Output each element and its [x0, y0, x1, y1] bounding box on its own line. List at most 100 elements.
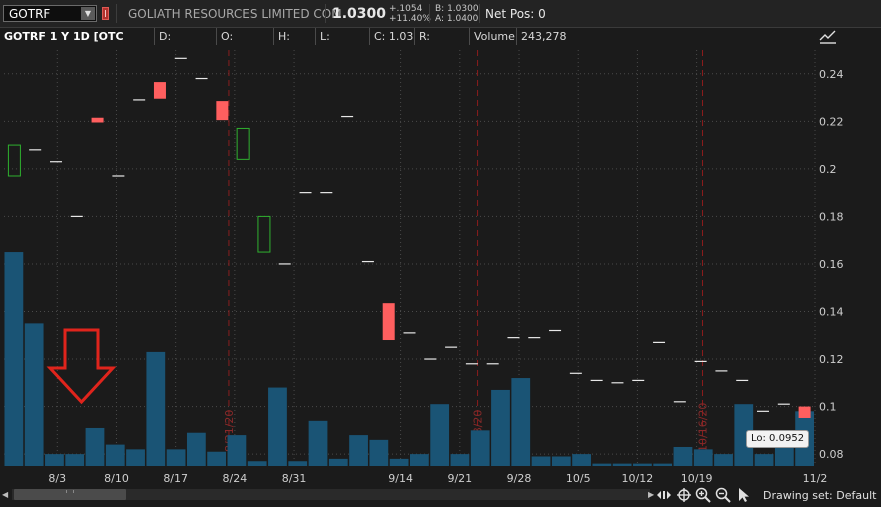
company-name: GOLIATH RESOURCES LIMITED COM [128, 7, 342, 21]
divider [479, 4, 480, 23]
divider [429, 4, 430, 23]
x-tick-label: 10/12 [622, 472, 654, 485]
separator-date-label: 10/16/20 [697, 403, 710, 452]
y-tick-label: 0.16 [819, 258, 844, 271]
volume-bar [288, 461, 308, 466]
x-tick-label: 11/2 [803, 472, 828, 485]
candle-down [153, 82, 166, 99]
x-tick-label: 8/31 [282, 472, 307, 485]
bar-open: O: 0.9748 [217, 28, 274, 60]
volume-bar [227, 435, 247, 466]
volume-bar [754, 454, 774, 466]
y-tick-label: 0.14 [819, 305, 844, 318]
volume-bar [551, 456, 571, 466]
x-tick-label: 10/19 [681, 472, 713, 485]
bar-close: C: 1.03 [370, 28, 415, 45]
chart-info-bar: GOTRF 1 Y 1D [OTC OTHER] D: 7/23/21 O: 0… [0, 28, 567, 60]
bar-low: L: 0.9251 [316, 28, 370, 60]
net-position: Net Pos: 0 [485, 7, 546, 21]
cursor-pointer-icon[interactable] [736, 487, 752, 503]
volume-bar [247, 461, 267, 466]
low-price-tag: Lo: 0.0952 [746, 430, 810, 448]
scroll-left-arrow-icon[interactable]: ◀ [2, 490, 8, 499]
divider [325, 4, 326, 23]
volume-label: Volume [470, 28, 517, 45]
candle-down [382, 303, 395, 341]
volume-bar [450, 454, 470, 466]
volume-bar [389, 458, 409, 466]
volume-bar [531, 456, 551, 466]
volume-bar [85, 427, 105, 466]
chevron-down-icon[interactable]: ▼ [81, 7, 95, 20]
x-tick-label: 8/10 [104, 472, 129, 485]
volume-bar [511, 378, 531, 466]
scrollbar-grip-icon [66, 490, 74, 493]
volume-bar [633, 463, 652, 466]
volume-bar [572, 454, 591, 466]
volume-bar [430, 404, 450, 466]
symbol-selector[interactable]: GOTRF ▼ [3, 5, 97, 22]
drawing-set-selector[interactable]: Drawing set: Default [763, 489, 876, 502]
y-tick-label: 0.2 [819, 163, 837, 176]
chart-title[interactable]: GOTRF 1 Y 1D [OTC OTHER] [0, 28, 155, 60]
alert-icon[interactable] [102, 7, 109, 20]
bar-date: D: 7/23/21 [155, 28, 217, 60]
volume-bar [146, 351, 166, 466]
bid-price: B: 1.0300 [435, 4, 479, 14]
y-tick-label: 0.08 [819, 448, 844, 461]
volume-bar [126, 449, 145, 466]
zoom-in-icon[interactable] [695, 487, 711, 503]
volume-bar [612, 463, 632, 466]
candle-down [216, 101, 229, 121]
pan-arrows-icon[interactable] [656, 487, 672, 503]
y-tick-label: 0.18 [819, 210, 844, 223]
candle-down [91, 117, 104, 123]
zoom-out-icon[interactable] [715, 487, 731, 503]
x-tick-label: 9/21 [447, 472, 472, 485]
volume-bar [592, 463, 612, 466]
candle-down [798, 406, 811, 418]
volume-bar [105, 444, 125, 466]
ask-price: A: 1.0400 [435, 14, 479, 24]
chart-footer: ◀ ▶ Drawing set: Default [0, 486, 881, 507]
price-change: +.1054 +11.40% [389, 4, 431, 24]
volume-bar [349, 435, 368, 466]
symbol-toolbar: GOTRF ▼ GOLIATH RESOURCES LIMITED COM 1.… [0, 0, 881, 28]
symbol-input[interactable]: GOTRF [9, 7, 50, 21]
volume-bar [166, 449, 186, 466]
volume-bar [410, 454, 429, 466]
x-tick-label: 8/17 [163, 472, 188, 485]
change-percent: +11.40% [389, 14, 431, 24]
y-tick-label: 0.1 [819, 401, 837, 414]
volume-bar [308, 420, 328, 466]
x-tick-label: 9/14 [388, 472, 413, 485]
change-value: +.1054 [389, 4, 423, 14]
volume-bar [186, 432, 206, 466]
bar-high: H: 1.12 [274, 28, 316, 60]
last-price: 1.0300 [332, 6, 387, 22]
divider [116, 4, 117, 23]
volume-bar [45, 454, 64, 466]
chart-style-icon[interactable] [817, 29, 839, 45]
volume-bar [24, 323, 44, 466]
scroll-right-arrow-icon[interactable]: ▶ [648, 490, 654, 499]
volume-bar [369, 439, 389, 466]
x-tick-label: 8/24 [223, 472, 248, 485]
volume-bar [653, 463, 673, 466]
price-chart[interactable]: 8/21/209/18/2010/16/20 0.240.220.20.180.… [0, 46, 881, 486]
x-tick-label: 10/5 [566, 472, 591, 485]
volume-bar [693, 449, 713, 466]
volume-bar [207, 451, 227, 466]
bid-ask: B: 1.0300 A: 1.0400 [435, 4, 479, 24]
x-tick-label: 8/3 [48, 472, 66, 485]
app-window: GOTRF ▼ GOLIATH RESOURCES LIMITED COM 1.… [0, 0, 881, 507]
volume-bar [673, 446, 693, 466]
volume-bar [491, 389, 510, 466]
volume-bar [4, 252, 24, 466]
crosshair-icon[interactable] [676, 487, 692, 503]
volume-bar [268, 387, 287, 466]
volume-bar [714, 454, 733, 466]
y-tick-label: 0.12 [819, 353, 844, 366]
volume-bar [470, 430, 490, 466]
volume-bar [328, 458, 348, 466]
